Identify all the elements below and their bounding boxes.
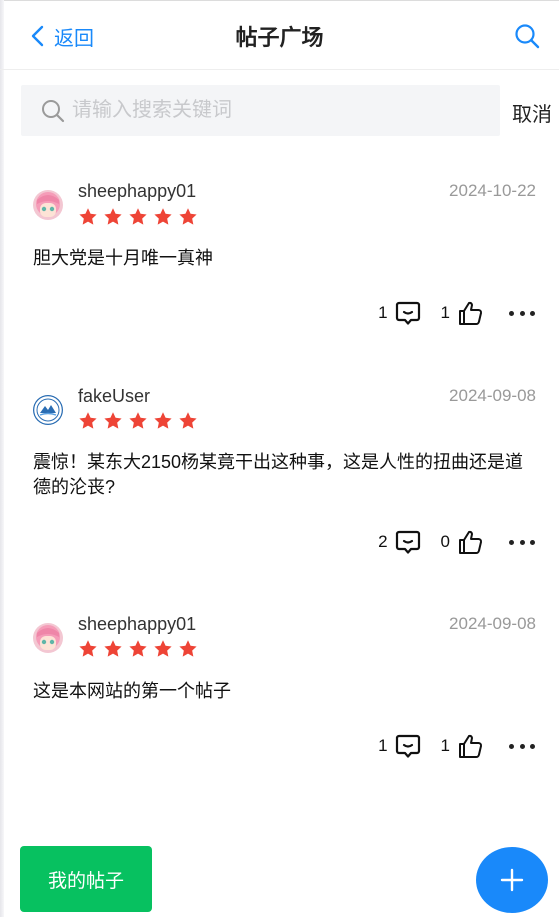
plus-icon (500, 868, 524, 892)
rating-stars (78, 639, 203, 659)
post-content[interactable]: 胆大党是十月唯一真神 (33, 246, 533, 271)
comment-button[interactable]: 1 (378, 300, 420, 326)
post-username[interactable]: sheephappy01 (78, 614, 196, 635)
cancel-button[interactable]: 取消 (512, 98, 552, 127)
star-icon (104, 640, 122, 657)
more-options-icon[interactable] (509, 532, 535, 552)
like-button[interactable]: 1 (441, 300, 483, 326)
nav-bar: 返回 帖子广场 (0, 0, 559, 70)
post-content[interactable]: 这是本网站的第一个帖子 (33, 679, 533, 704)
post-username[interactable]: sheephappy01 (78, 181, 196, 202)
star-icon (129, 412, 147, 429)
comment-count: 2 (378, 532, 388, 551)
comment-button[interactable]: 1 (378, 733, 420, 759)
star-icon (154, 208, 172, 225)
comment-icon (395, 734, 420, 758)
search-input[interactable] (72, 99, 492, 122)
avatar[interactable] (33, 395, 63, 425)
comment-icon (395, 301, 420, 325)
post-date: 2024-09-08 (449, 614, 536, 633)
page-title: 帖子广场 (235, 25, 324, 50)
like-count: 1 (440, 736, 450, 755)
my-posts-button[interactable]: 我的帖子 (20, 846, 152, 912)
star-icon (179, 412, 197, 429)
more-options-icon[interactable] (509, 303, 535, 323)
like-count: 0 (440, 532, 450, 551)
search-bar (21, 85, 500, 136)
more-options-icon[interactable] (509, 736, 535, 756)
star-icon (104, 208, 122, 225)
star-icon (129, 640, 147, 657)
comment-count: 1 (378, 303, 388, 322)
comment-count: 1 (378, 736, 388, 755)
star-icon (129, 208, 147, 225)
star-icon (79, 640, 97, 657)
star-icon (79, 208, 97, 225)
star-icon (154, 412, 172, 429)
post-username[interactable]: fakeUser (78, 386, 150, 407)
like-count: 1 (440, 303, 450, 322)
thumbs-up-icon (459, 530, 483, 554)
post-date: 2024-09-08 (449, 386, 536, 405)
star-icon (79, 412, 97, 429)
thumbs-up-icon (459, 301, 483, 325)
post-actions: 1 1 (378, 300, 535, 326)
thumbs-up-icon (459, 734, 483, 758)
rating-stars (78, 411, 203, 431)
search-icon (42, 99, 65, 122)
add-post-button[interactable] (476, 847, 548, 913)
left-edge (0, 0, 4, 917)
rating-stars (78, 207, 203, 227)
post-date: 2024-10-22 (449, 181, 536, 200)
search-icon[interactable] (513, 22, 541, 50)
star-icon (104, 412, 122, 429)
post-actions: 1 1 (378, 733, 535, 759)
comment-button[interactable]: 2 (378, 529, 420, 555)
like-button[interactable]: 0 (441, 529, 483, 555)
star-icon (179, 640, 197, 657)
avatar[interactable] (33, 623, 63, 653)
post-content[interactable]: 震惊！某东大2150杨某竟干出这种事，这是人性的扭曲还是道德的沦丧? (33, 450, 533, 500)
avatar[interactable] (33, 190, 63, 220)
like-button[interactable]: 1 (441, 733, 483, 759)
comment-icon (395, 530, 420, 554)
star-icon (154, 640, 172, 657)
star-icon (179, 208, 197, 225)
post-actions: 2 0 (378, 529, 535, 555)
